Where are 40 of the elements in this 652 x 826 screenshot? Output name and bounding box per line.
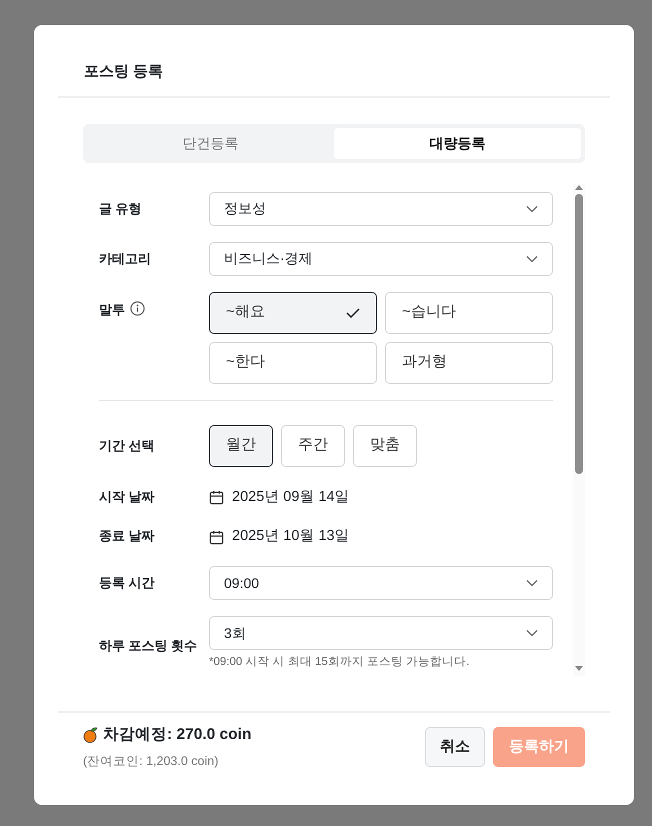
hint-text: *09:00 시작 시 최대 15회까지 포스팅 가능합니다. xyxy=(209,655,470,670)
dialog-title: 포스팅 등록 xyxy=(84,62,164,82)
field-label: 하루 포스팅 횟수 xyxy=(99,638,198,653)
scroll-down-icon[interactable] xyxy=(575,666,583,672)
check-icon xyxy=(346,308,360,318)
period-option[interactable]: 월간 xyxy=(209,424,273,466)
field-label: 카테고리 xyxy=(99,250,151,266)
info-icon[interactable] xyxy=(130,300,145,316)
date-value: 2025년 10월 13일 xyxy=(232,527,350,546)
tab[interactable]: 대량등록 xyxy=(334,128,581,158)
cancel-button[interactable]: 취소 xyxy=(425,727,485,767)
select-field[interactable]: 정보성 xyxy=(209,192,553,226)
field-label: 글 유형 xyxy=(99,200,142,216)
scroll-up-icon[interactable] xyxy=(575,184,583,190)
chevron-down-icon xyxy=(526,204,538,212)
chevron-down-icon xyxy=(526,629,538,637)
calendar-icon xyxy=(209,530,224,545)
chevron-down-icon xyxy=(526,254,538,262)
date-value: 2025년 09월 14일 xyxy=(232,488,350,506)
tone-option[interactable]: ~습니다 xyxy=(385,292,553,334)
period-option[interactable]: 주간 xyxy=(281,424,345,466)
balance-text: (잔여코인: 1,203.0 coin) xyxy=(83,753,220,770)
tone-option[interactable]: 과거형 xyxy=(385,342,553,384)
tab[interactable]: 단건등록 xyxy=(87,128,334,158)
calendar-icon xyxy=(209,490,224,505)
cost-text: 차감예정: 270.0 coin xyxy=(103,725,252,745)
select-field[interactable]: 비즈니스·경제 xyxy=(209,242,553,276)
field-label: 등록 시간 xyxy=(99,575,155,590)
period-option[interactable]: 맞춤 xyxy=(353,424,417,466)
field-label: 기간 선택 xyxy=(99,438,155,452)
field-label: 시작 날짜 xyxy=(99,488,155,504)
select-field[interactable]: 3회 xyxy=(209,616,553,650)
tone-option[interactable]: ~한다 xyxy=(209,342,377,384)
tone-option[interactable]: ~해요 xyxy=(209,292,377,334)
chevron-down-icon xyxy=(526,579,538,587)
scrollbar[interactable] xyxy=(573,184,585,676)
select-field[interactable]: 09:00 xyxy=(209,566,553,600)
tangerine-icon xyxy=(83,726,99,743)
field-label: 말투 xyxy=(99,302,125,316)
field-label: 종료 날짜 xyxy=(99,528,155,544)
